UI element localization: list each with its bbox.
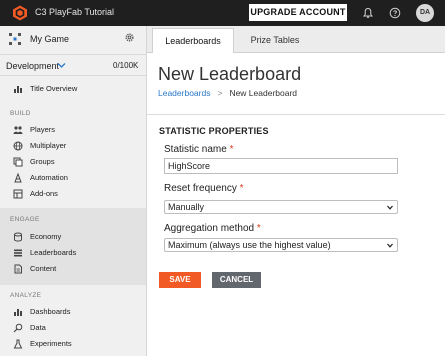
game-name: My Game: [30, 34, 70, 44]
statistic-name-label: Statistic name *: [164, 144, 234, 155]
reset-frequency-label: Reset frequency *: [164, 183, 244, 194]
aggregation-method-label: Aggregation method *: [164, 223, 261, 234]
usage-count: 0/100K: [113, 61, 139, 70]
reset-frequency-select[interactable]: Manually: [164, 200, 398, 214]
section-heading-engage: ENGAGE: [10, 216, 40, 223]
tab-leaderboards[interactable]: Leaderboards: [152, 28, 234, 53]
field-label-text: Aggregation method: [164, 223, 255, 234]
field-label-text: Statistic name: [164, 144, 227, 155]
sidebar: My Game Development 0/100K Title Overvie…: [0, 26, 147, 356]
sidebar-item-multiplayer[interactable]: Multiplayer: [0, 139, 146, 154]
sidebar-item-dashboards[interactable]: Dashboards: [0, 305, 146, 320]
tab-bar: Leaderboards Prize Tables: [147, 26, 445, 53]
environment-selector[interactable]: Development 0/100K: [0, 54, 147, 76]
aggregation-method-select[interactable]: Maximum (always use the highest value): [164, 238, 398, 252]
section-title: STATISTIC PROPERTIES: [159, 126, 269, 136]
upgrade-account-button[interactable]: UPGRADE ACCOUNT: [249, 4, 347, 21]
user-avatar[interactable]: DA: [416, 4, 434, 22]
sidebar-item-economy[interactable]: Economy: [0, 230, 146, 245]
bell-icon[interactable]: [362, 7, 374, 19]
cancel-button[interactable]: CANCEL: [212, 272, 261, 288]
required-marker: *: [239, 183, 244, 194]
environment-name: Development: [6, 61, 60, 71]
sidebar-item-automation[interactable]: Automation: [0, 171, 146, 186]
add-ons-icon: [13, 189, 23, 199]
groups-icon: [13, 157, 23, 167]
flask-icon: [13, 339, 23, 349]
sidebar-item-groups[interactable]: Groups: [0, 155, 146, 170]
chevron-down-icon: [57, 63, 66, 68]
sidebar-item-label: Add-ons: [30, 189, 58, 198]
sidebar-item-label: Title Overview: [30, 84, 78, 93]
breadcrumb-current: New Leaderboard: [229, 88, 298, 98]
sidebar-item-label: Data: [30, 323, 46, 332]
sidebar-item-label: Groups: [30, 157, 55, 166]
sidebar-item-experiments[interactable]: Experiments: [0, 337, 146, 352]
required-marker: *: [256, 223, 261, 234]
sidebar-item-label: Players: [30, 125, 56, 134]
help-icon[interactable]: [389, 7, 401, 19]
top-bar: C3 PlayFab Tutorial UPGRADE ACCOUNT DA: [0, 0, 445, 26]
aggregation-method-value: Maximum (always use the highest value): [168, 240, 331, 250]
chevron-down-icon: [387, 205, 393, 210]
sidebar-item-data[interactable]: Data: [0, 321, 146, 336]
sidebar-item-title-overview[interactable]: Title Overview: [0, 82, 146, 97]
breadcrumb: Leaderboards > New Leaderboard: [158, 88, 297, 98]
divider: [147, 114, 445, 115]
app-title[interactable]: C3 PlayFab Tutorial: [35, 7, 114, 17]
sidebar-item-label: Multiplayer: [30, 141, 67, 150]
globe-icon: [13, 141, 23, 151]
sidebar-item-label: Automation: [30, 173, 68, 182]
save-button[interactable]: SAVE: [159, 272, 201, 288]
sidebar-item-players[interactable]: Players: [0, 123, 146, 138]
sidebar-item-content[interactable]: Content: [0, 262, 146, 277]
sidebar-item-add-ons[interactable]: Add-ons: [0, 187, 146, 202]
sidebar-item-label: Dashboards: [30, 307, 71, 316]
breadcrumb-separator: >: [217, 88, 223, 98]
required-marker: *: [229, 144, 234, 155]
players-icon: [13, 126, 23, 134]
sidebar-item-leaderboards[interactable]: Leaderboards: [0, 246, 146, 261]
economy-icon: [14, 232, 22, 242]
sidebar-item-label: Content: [30, 264, 57, 273]
dashboards-icon: [14, 309, 22, 316]
chevron-down-icon: [387, 243, 393, 248]
tab-prize-tables[interactable]: Prize Tables: [235, 28, 315, 53]
content-icon: [14, 264, 22, 274]
statistic-name-input[interactable]: HighScore: [164, 158, 398, 174]
sidebar-item-label: Leaderboards: [30, 248, 77, 257]
breadcrumb-link-leaderboards[interactable]: Leaderboards: [158, 88, 210, 98]
leaderboard-icon: [14, 249, 22, 257]
bar-chart-icon: [14, 86, 22, 93]
game-title-icon: [9, 33, 21, 45]
playfab-logo-icon[interactable]: [12, 5, 28, 21]
page-title: New Leaderboard: [158, 64, 302, 84]
game-selector[interactable]: My Game: [0, 26, 147, 54]
main-content: Leaderboards Prize Tables New Leaderboar…: [147, 26, 445, 356]
automation-icon: [14, 173, 22, 183]
field-label-text: Reset frequency: [164, 183, 237, 194]
search-icon: [13, 323, 23, 333]
section-heading-analyze: ANALYZE: [10, 292, 42, 299]
section-heading-build: BUILD: [10, 110, 31, 117]
reset-frequency-value: Manually: [168, 202, 205, 212]
gear-icon[interactable]: [124, 32, 135, 43]
sidebar-item-label: Experiments: [30, 339, 72, 348]
sidebar-item-label: Economy: [30, 232, 62, 241]
